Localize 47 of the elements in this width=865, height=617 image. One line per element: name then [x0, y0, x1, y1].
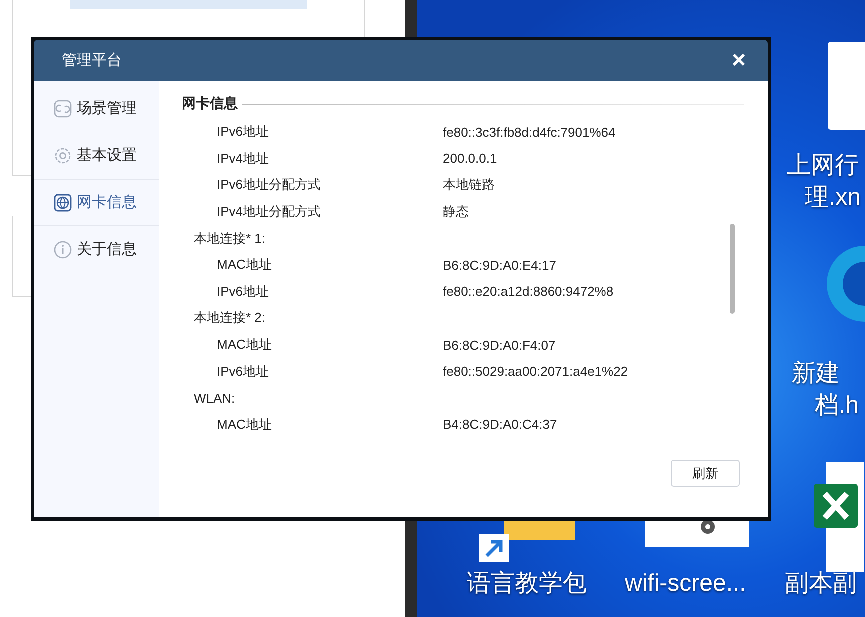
field-label: MAC地址: [216, 256, 273, 274]
field-value: fe80::5029:aa00:2071:a4e1%22: [443, 364, 628, 380]
field-label: IPv4地址分配方式: [216, 203, 322, 222]
field-label: IPv6地址分配方式: [216, 176, 322, 194]
sidebar-item[interactable]: 基本设置: [34, 132, 159, 179]
field-label: IPv6地址: [216, 362, 270, 381]
field-value: fe80::e20:a12d:8860:9472%8: [443, 284, 614, 300]
desktop-icon-label[interactable]: 副本副: [785, 568, 857, 600]
field-value: B6:8C:9D:A0:F4:07: [443, 338, 556, 353]
sidebar-item-label: 场景管理: [77, 99, 137, 118]
desktop-icon-label[interactable]: 语言教学包: [467, 568, 587, 600]
desktop-icon-label[interactable]: 新建: [792, 358, 840, 390]
sidebar-item[interactable]: 关于信息: [34, 226, 159, 273]
field-label: MAC地址: [216, 416, 273, 434]
refresh-button[interactable]: 刷新: [671, 460, 740, 487]
field-value: B4:8C:9D:A0:C4:37: [443, 417, 558, 432]
field-label: MAC地址: [216, 336, 273, 354]
field-label: IPv6地址: [216, 282, 270, 301]
field-label: IPv6地址: [216, 123, 270, 142]
field-value: fe80::3c3f:fb8d:d4fc:7901%64: [443, 124, 616, 140]
field-value: 静态: [443, 203, 469, 222]
desktop-icon-label[interactable]: wifi-scree...: [625, 568, 746, 600]
adapter-name: 本地连接* 2:: [193, 309, 267, 328]
sidebar-item[interactable]: 场景管理: [34, 85, 159, 132]
close-button[interactable]: ×: [732, 48, 746, 72]
info-icon: [54, 240, 72, 258]
adapter-name: WLAN:: [193, 390, 236, 406]
globe-icon: [54, 194, 72, 212]
scrollbar-thumb[interactable]: [730, 224, 735, 314]
settings-icon: [54, 146, 72, 164]
sidebar-item[interactable]: 网卡信息: [34, 179, 159, 226]
desktop-icon-label[interactable]: 上网行: [787, 150, 859, 182]
settings-tile-icon[interactable]: [645, 518, 749, 548]
field-value: B6:8C:9D:A0:E4:17: [443, 258, 556, 273]
sidebar-item-label: 关于信息: [77, 240, 137, 259]
adapter-name: 本地连接* 1:: [193, 230, 267, 248]
desktop-icon-label[interactable]: 理.xn: [805, 182, 862, 214]
field-value: 200.0.0.1: [443, 151, 498, 166]
desktop-icon-label[interactable]: 档.h: [815, 390, 860, 422]
scene-icon: [54, 100, 72, 118]
sidebar-item-label: 网卡信息: [77, 193, 137, 212]
spreadsheet-icon[interactable]: [814, 462, 864, 572]
section-title: 网卡信息: [182, 95, 238, 113]
window-title: 管理平台: [62, 51, 122, 70]
field-value: 本地链路: [443, 176, 495, 194]
field-label: IPv4地址: [216, 150, 270, 168]
sidebar-item-label: 基本设置: [77, 146, 137, 165]
